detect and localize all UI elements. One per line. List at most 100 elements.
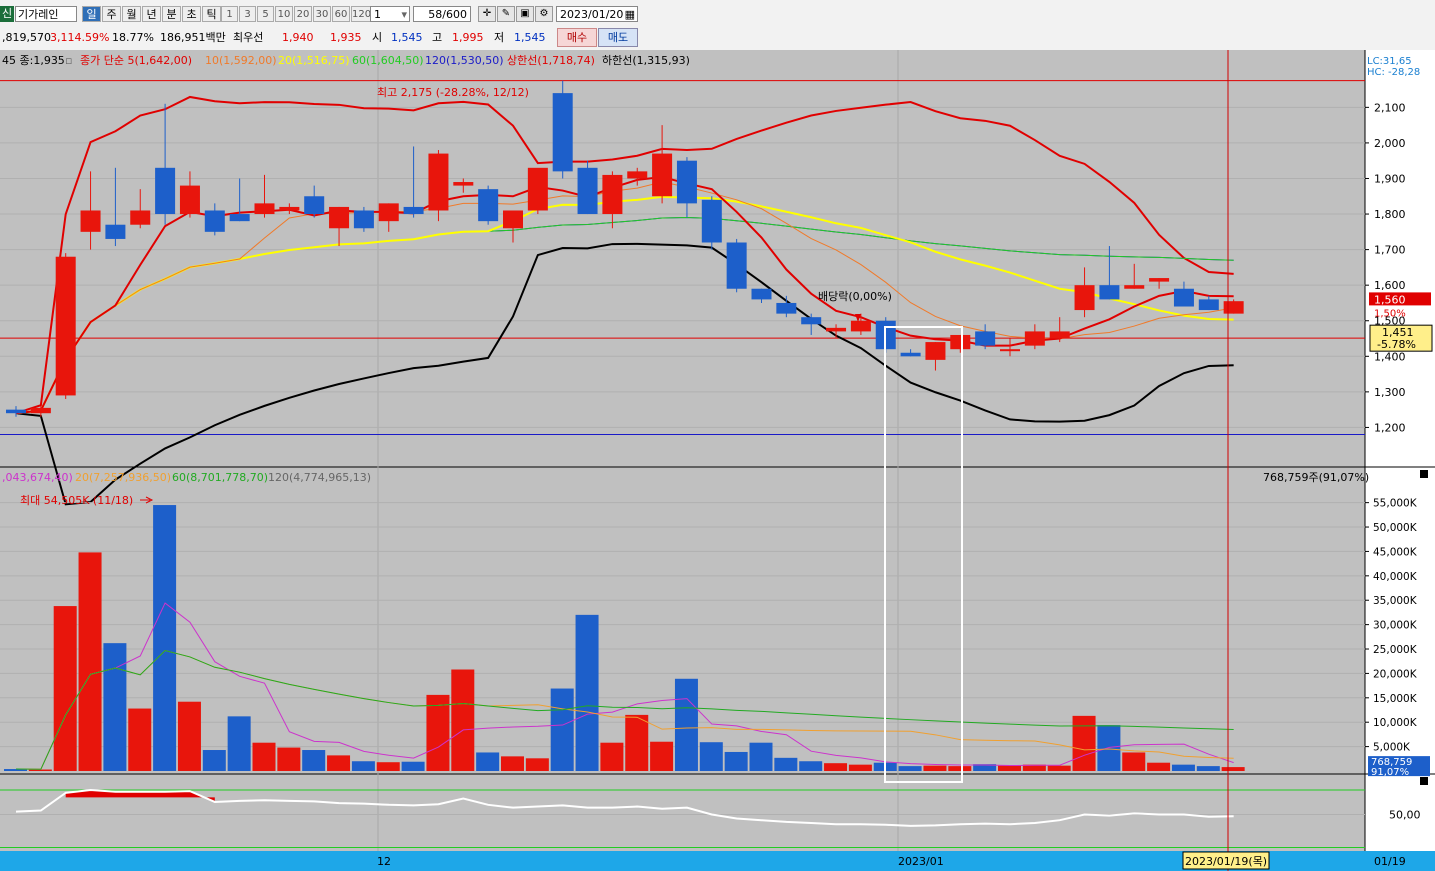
toolbar-row-top: 신 기가레인 일주월년분초틱 1 3 5 10 20 30 60 120 1 ▾ 58/600 … bbox=[0, 4, 1435, 24]
volume-bar bbox=[177, 701, 201, 771]
volume-bar bbox=[625, 714, 649, 771]
interval-button[interactable]: 120 bbox=[351, 6, 371, 22]
price-axis-label: 1,600 bbox=[1374, 279, 1406, 292]
volume-bar bbox=[1072, 715, 1096, 771]
volume-axis-label: 30,000K bbox=[1373, 620, 1418, 632]
corner-lc-label: LC:31,65 bbox=[1367, 56, 1412, 67]
legend-marker-icon: ▫ bbox=[65, 54, 72, 67]
volume-bar bbox=[351, 761, 375, 771]
quote-strip: ,819,570 3,114.59% 18.77% 186,951백만 최우선 … bbox=[0, 28, 1435, 48]
volume-axis-label: 10,000K bbox=[1373, 717, 1418, 729]
candle-body bbox=[577, 167, 598, 215]
candle-body bbox=[403, 206, 424, 215]
period-button[interactable]: 년 bbox=[142, 6, 161, 22]
candle-body bbox=[950, 334, 971, 350]
low-value: 1,545 bbox=[514, 31, 546, 44]
volume-bar bbox=[848, 764, 872, 771]
quote-volume-ratio: 3,114.59% bbox=[50, 31, 110, 44]
period-button[interactable]: 틱 bbox=[202, 6, 221, 22]
interval-button[interactable]: 20 bbox=[294, 6, 312, 22]
price-axis-label: 1,300 bbox=[1374, 386, 1406, 399]
count-total: /600 bbox=[442, 8, 467, 21]
volume-axis-label: 5,000K bbox=[1373, 742, 1411, 754]
price-marker-label: 1,50% bbox=[1374, 308, 1406, 319]
price-legend-item: 상한선(1,718,74) bbox=[507, 54, 595, 67]
interval-button[interactable]: 1 bbox=[221, 6, 238, 22]
interval-button[interactable]: 10 bbox=[275, 6, 293, 22]
price-axis-label: 1,200 bbox=[1374, 421, 1406, 434]
interval-button[interactable]: 60 bbox=[332, 6, 350, 22]
candle-body bbox=[850, 320, 871, 332]
volume-bar bbox=[1147, 762, 1171, 771]
cursor-date-label: 2023/01/19(목) bbox=[1185, 855, 1267, 868]
candle-body bbox=[105, 224, 126, 239]
volume-bar bbox=[575, 614, 599, 771]
candle-body bbox=[254, 203, 275, 215]
period-button[interactable]: 일 bbox=[82, 6, 101, 22]
volume-bar bbox=[327, 755, 351, 771]
candle-body bbox=[726, 242, 747, 289]
volume-bar bbox=[650, 741, 674, 771]
price-legend-item: 20(1,516,75) bbox=[278, 54, 350, 67]
quote-turnover: 18.77% bbox=[112, 31, 154, 44]
volume-legend-item: 120(4,774,965,13) bbox=[268, 471, 371, 484]
period-button[interactable]: 주 bbox=[102, 6, 121, 22]
best-ask: 1,940 bbox=[282, 31, 314, 44]
draw-tool-icon[interactable]: ✎ bbox=[497, 6, 515, 22]
price-legend-item: 10(1,592,00) bbox=[205, 54, 277, 67]
volume-axis-label: 45,000K bbox=[1373, 546, 1418, 558]
volume-bar bbox=[277, 747, 301, 771]
volume-bar bbox=[824, 763, 848, 771]
candle-body bbox=[1024, 331, 1045, 346]
low-label: 저 bbox=[494, 31, 505, 44]
quote-volume: ,819,570 bbox=[2, 31, 51, 44]
period-button[interactable]: 분 bbox=[162, 6, 181, 22]
volume-bar bbox=[923, 765, 947, 771]
period-button[interactable]: 월 bbox=[122, 6, 141, 22]
best-ask-label: 최우선 bbox=[233, 31, 264, 44]
volume-legend-item: ,043,674,40) bbox=[2, 471, 73, 484]
volume-bar bbox=[674, 678, 698, 771]
count-value: 58 bbox=[428, 8, 443, 21]
candle-body bbox=[602, 174, 623, 215]
price-axis-label: 1,800 bbox=[1374, 208, 1406, 221]
quote-amount: 186,951백만 bbox=[160, 31, 226, 44]
period-button[interactable]: 초 bbox=[182, 6, 201, 22]
save-icon[interactable]: ▣ bbox=[516, 6, 534, 22]
volume-bar bbox=[401, 761, 425, 771]
candle-body bbox=[1049, 331, 1070, 339]
volume-bar bbox=[1047, 765, 1071, 771]
volume-axis-label: 20,000K bbox=[1373, 668, 1418, 680]
candle-body bbox=[701, 199, 722, 243]
candle-body bbox=[975, 331, 996, 346]
x-axis-label: 12 bbox=[377, 855, 391, 868]
open-value: 1,545 bbox=[391, 31, 423, 44]
gear-icon[interactable]: ⚙ bbox=[535, 6, 553, 22]
interval-button[interactable]: 3 bbox=[239, 6, 256, 22]
candle-body bbox=[676, 160, 697, 204]
sell-button[interactable]: 매도 bbox=[598, 28, 638, 47]
candle-body bbox=[627, 171, 648, 179]
stock-chart[interactable]: 2,1002,0001,9001,8001,7001,6001,5001,400… bbox=[0, 50, 1435, 871]
osc-axis-label: 50,00 bbox=[1389, 809, 1421, 822]
candle-body bbox=[155, 167, 176, 215]
interval-button[interactable]: 5 bbox=[257, 6, 274, 22]
volume-bar bbox=[426, 694, 450, 771]
crosshair-icon[interactable]: ✛ bbox=[478, 6, 496, 22]
candle-body bbox=[6, 409, 26, 414]
x-axis-label: 2023/01 bbox=[898, 855, 944, 868]
price-axis-label: 2,100 bbox=[1374, 101, 1406, 114]
interval-select[interactable]: 1 ▾ bbox=[370, 6, 410, 22]
price-axis-label: 1,400 bbox=[1374, 350, 1406, 363]
count-field[interactable]: 58/600 bbox=[413, 6, 471, 22]
volume-bar bbox=[998, 765, 1021, 771]
interval-button[interactable]: 30 bbox=[313, 6, 331, 22]
volume-legend-item: 20(7,257,936,50) bbox=[75, 471, 171, 484]
volume-bar bbox=[252, 742, 276, 771]
volume-bar bbox=[948, 766, 972, 771]
volume-bar bbox=[898, 766, 922, 771]
date-value: 2023/01/20 bbox=[560, 8, 624, 21]
date-field[interactable]: 2023/01/20 ▦ bbox=[556, 6, 638, 22]
stock-name-input[interactable]: 기가레인 bbox=[15, 6, 77, 22]
buy-button[interactable]: 매수 bbox=[557, 28, 597, 47]
